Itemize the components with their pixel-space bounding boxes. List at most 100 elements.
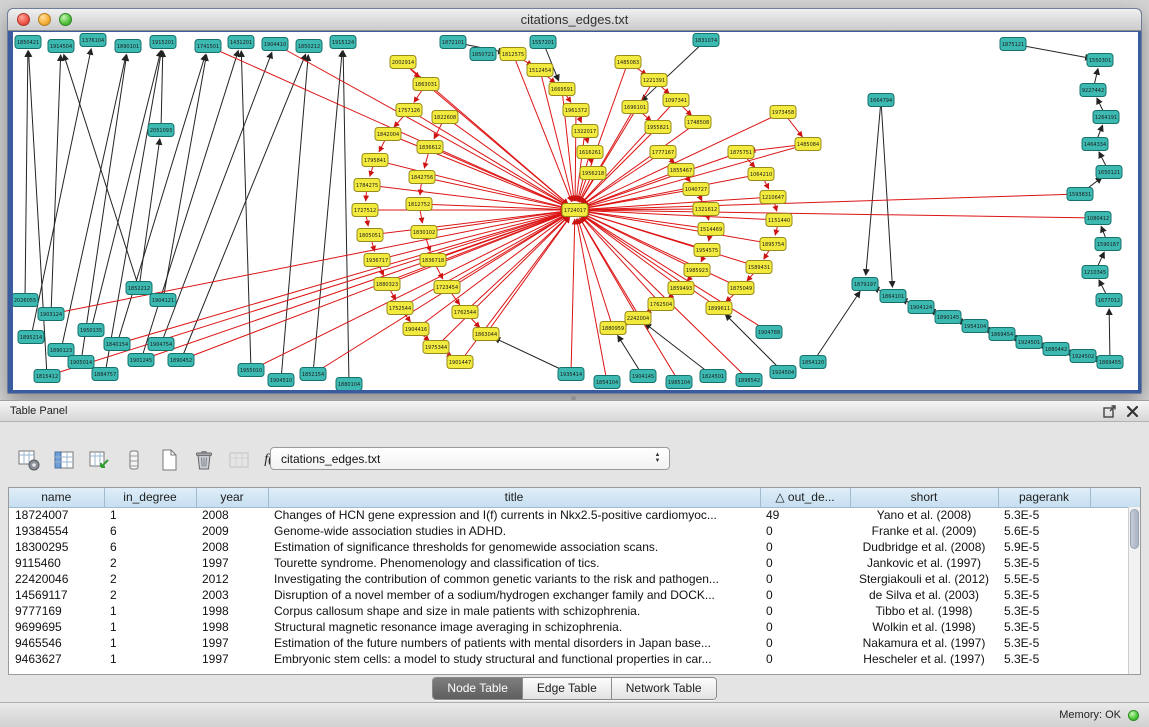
graph-node[interactable]: 2002914	[390, 56, 416, 69]
graph-node[interactable]: 1880104	[336, 378, 362, 391]
table-row[interactable]: 1938455462009Genome-wide association stu…	[9, 523, 1140, 539]
graph-node[interactable]: 1151440	[766, 214, 792, 227]
graph-node[interactable]: 1777167	[650, 146, 676, 159]
graph-node[interactable]: 1784275	[354, 179, 380, 192]
table-row[interactable]: 911546021997Tourette syndrome. Phenomeno…	[9, 555, 1140, 571]
graph-node[interactable]: 1895754	[760, 238, 786, 251]
column-header-6[interactable]: pagerank	[998, 488, 1090, 507]
table-mode-icon[interactable]	[16, 447, 42, 473]
graph-node[interactable]: 1890101	[115, 40, 141, 53]
graph-node[interactable]: 1727512	[352, 204, 378, 217]
column-header-5[interactable]: short	[850, 488, 998, 507]
graph-node[interactable]: 1589431	[746, 261, 772, 274]
graph-node[interactable]: 2051093	[148, 124, 174, 137]
table-row[interactable]: 1456911722003Disruption of a novel membe…	[9, 587, 1140, 603]
graph-node[interactable]: 1852154	[300, 368, 326, 381]
graph-node[interactable]: 1864101	[880, 290, 906, 303]
graph-node[interactable]: 1210647	[760, 191, 786, 204]
graph-node[interactable]: 1431201	[228, 36, 254, 49]
graph-node[interactable]: 1950135	[78, 324, 104, 337]
table-row[interactable]: 969969511998Structural magnetic resonanc…	[9, 619, 1140, 635]
graph-node[interactable]: 1080412	[1085, 212, 1111, 225]
graph-node[interactable]: 1264191	[1093, 111, 1119, 124]
graph-node[interactable]: 1752544	[387, 302, 413, 315]
graph-node[interactable]: 1723454	[434, 281, 460, 294]
graph-node[interactable]: 1812575	[500, 48, 526, 61]
close-panel-icon[interactable]	[1126, 405, 1139, 418]
table-row[interactable]: 977716911998Corpus callosum shape and si…	[9, 603, 1140, 619]
graph-node[interactable]: 1842004	[375, 128, 401, 141]
new-table-icon[interactable]	[156, 447, 182, 473]
graph-node[interactable]: 1831074	[693, 34, 719, 47]
graph-node[interactable]: 1935414	[558, 368, 584, 381]
graph-node[interactable]: 1812752	[406, 198, 432, 211]
graph-node[interactable]: 1901447	[447, 356, 473, 369]
graph-node[interactable]: 1985104	[666, 376, 692, 389]
graph-node[interactable]: 2242004	[625, 312, 651, 325]
graph-node[interactable]: 1904754	[148, 338, 174, 351]
table-row[interactable]: 946362711997Embryonic stem cells: a mode…	[9, 651, 1140, 667]
graph-node[interactable]: 1905014	[68, 356, 94, 369]
graph-node[interactable]: 1321612	[693, 203, 719, 216]
graph-node[interactable]: 1850212	[296, 40, 322, 53]
graph-node[interactable]: 1842756	[409, 171, 435, 184]
graph-node[interactable]: 1550301	[1087, 54, 1113, 67]
graph-node[interactable]: 1805051	[357, 229, 383, 242]
graph-node[interactable]: 1880442	[1043, 343, 1069, 356]
graph-node[interactable]: 1884757	[92, 368, 118, 381]
graph-node[interactable]: 1869455	[1097, 356, 1123, 369]
graph-node[interactable]: 1915124	[330, 36, 356, 49]
graph-node[interactable]: 1822608	[432, 111, 458, 124]
graph-node[interactable]: 1973458	[770, 106, 796, 119]
graph-node[interactable]: 1669591	[549, 83, 575, 96]
float-panel-icon[interactable]	[1103, 405, 1116, 418]
graph-node[interactable]: 1872101	[440, 36, 466, 49]
graph-node[interactable]: 1376104	[80, 34, 106, 47]
graph-node[interactable]: 1915201	[150, 36, 176, 49]
graph-node[interactable]: 1875751	[728, 146, 754, 159]
graph-node[interactable]: 1590187	[1095, 238, 1121, 251]
graph-node[interactable]: 1880323	[374, 278, 400, 291]
graph-node[interactable]: 2026055	[13, 294, 38, 307]
tab-node-table[interactable]: Node Table	[433, 678, 523, 699]
graph-node[interactable]: 1890123	[48, 344, 74, 357]
graph-node[interactable]: 1485083	[615, 56, 641, 69]
graph-node[interactable]: 1557201	[530, 36, 556, 49]
graph-node[interactable]: 1854120	[800, 356, 826, 369]
graph-node[interactable]: 1464334	[1082, 138, 1108, 151]
row-options-icon[interactable]	[121, 447, 147, 473]
graph-node[interactable]: 1955821	[645, 121, 671, 134]
graph-node[interactable]: 1875121	[1000, 38, 1026, 51]
table-scrollbar[interactable]	[1128, 507, 1140, 674]
graph-node[interactable]: 1863044	[473, 328, 499, 341]
graph-node[interactable]: 1815412	[34, 370, 60, 383]
graph-node[interactable]: 1898542	[736, 374, 762, 387]
graph-node[interactable]: 1904788	[756, 326, 782, 339]
graph-node[interactable]: 1850421	[15, 36, 41, 49]
graph-node[interactable]: 1512454	[527, 64, 553, 77]
graph-node[interactable]: 1840154	[104, 338, 130, 351]
column-header-2[interactable]: year	[196, 488, 268, 507]
graph-node[interactable]: 1593831	[1067, 188, 1093, 201]
graph-hub-node[interactable]: 1724017	[562, 204, 588, 217]
graph-node[interactable]: 1904410	[262, 38, 288, 51]
graph-node[interactable]: 1895214	[18, 331, 44, 344]
graph-node[interactable]: 1795841	[362, 154, 388, 167]
graph-node[interactable]: 1210345	[1082, 266, 1108, 279]
graph-node[interactable]: 9227442	[1080, 84, 1106, 97]
graph-node[interactable]: 1696101	[622, 101, 648, 114]
graph-node[interactable]: 1924502	[1070, 350, 1096, 363]
graph-node[interactable]: 1869454	[989, 328, 1015, 341]
table-row[interactable]: 2242004622012Investigating the contribut…	[9, 571, 1140, 587]
table-row[interactable]: 946554611997Estimation of the future num…	[9, 635, 1140, 651]
tab-edge-table[interactable]: Edge Table	[523, 678, 612, 699]
column-header-3[interactable]: title	[268, 488, 760, 507]
graph-node[interactable]: 1904145	[630, 370, 656, 383]
graph-node[interactable]: 1854104	[594, 376, 620, 389]
graph-node[interactable]: 1650121	[1096, 166, 1122, 179]
graph-node[interactable]: 1901245	[128, 354, 154, 367]
delete-table-icon[interactable]	[191, 447, 217, 473]
graph-node[interactable]: 1904510	[268, 374, 294, 387]
graph-node[interactable]: 1875049	[728, 282, 754, 295]
tab-network-table[interactable]: Network Table	[612, 678, 716, 699]
